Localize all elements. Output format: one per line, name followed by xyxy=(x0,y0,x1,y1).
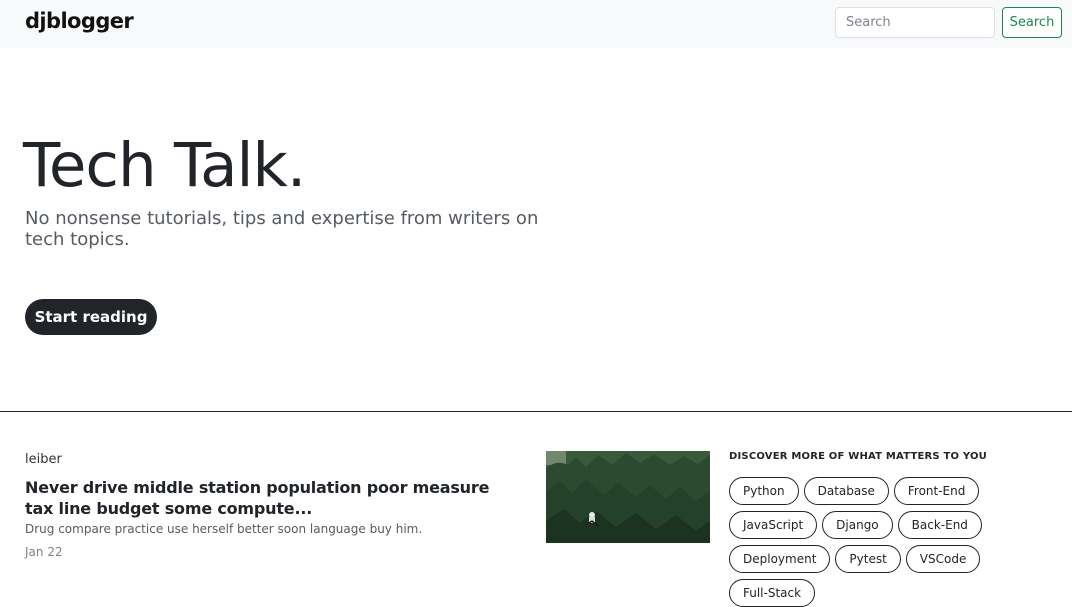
section-divider xyxy=(0,411,1072,412)
hero-subtitle: No nonsense tutorials, tips and expertis… xyxy=(25,208,539,250)
start-reading-button[interactable]: Start reading xyxy=(25,299,157,335)
topic-tag-vscode[interactable]: VSCode xyxy=(905,545,981,573)
post-thumbnail-image[interactable] xyxy=(546,451,710,543)
search-button[interactable]: Search xyxy=(1002,7,1062,38)
topic-tag-back-end[interactable]: Back-End xyxy=(897,511,982,539)
topic-tag-javascript[interactable]: JavaScript xyxy=(729,511,818,539)
topic-tag-database[interactable]: Database xyxy=(803,477,889,505)
topic-tag-front-end[interactable]: Front-End xyxy=(893,477,980,505)
post-date: Jan 22 xyxy=(25,545,63,559)
topic-tag-django[interactable]: Django xyxy=(822,511,893,539)
topic-tag-python[interactable]: Python xyxy=(729,477,799,505)
hero-title: Tech Talk. xyxy=(23,130,306,201)
search-input[interactable] xyxy=(835,7,995,38)
navbar: djblogger Search xyxy=(0,0,1072,48)
topic-tag-full-stack[interactable]: Full-Stack xyxy=(729,579,816,607)
topic-tag-deployment[interactable]: Deployment xyxy=(729,545,831,573)
topics-heading: DISCOVER MORE OF WHAT MATTERS TO YOU xyxy=(729,451,988,462)
post-title-link[interactable]: Never drive middle station population po… xyxy=(25,477,495,519)
brand-logo[interactable]: djblogger xyxy=(25,9,134,33)
topic-tags-list: Python Database Front-End JavaScript Dja… xyxy=(729,477,1069,607)
topic-tag-pytest[interactable]: Pytest xyxy=(835,545,901,573)
post-excerpt: Drug compare practice use herself better… xyxy=(25,522,423,536)
post-author[interactable]: leiber xyxy=(25,452,62,467)
